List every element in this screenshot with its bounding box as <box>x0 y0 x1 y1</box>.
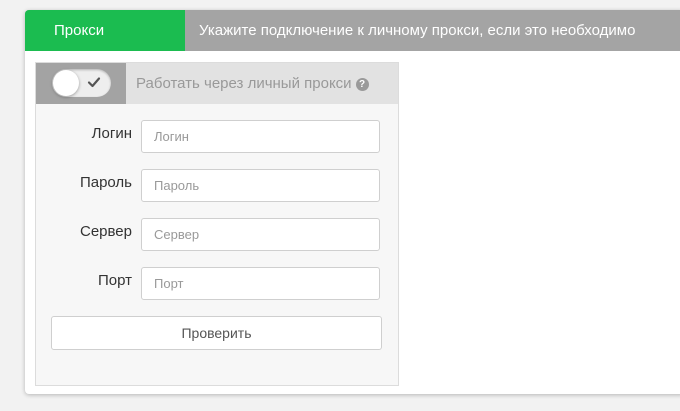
help-icon[interactable]: ? <box>355 78 369 91</box>
login-input[interactable] <box>141 120 380 153</box>
tab-proxy[interactable]: Прокси <box>25 10 185 51</box>
section-header: Прокси Укажите подключение к личному про… <box>25 10 680 51</box>
check-icon <box>87 77 101 88</box>
check-button[interactable]: Проверить <box>51 316 382 350</box>
server-input[interactable] <box>141 218 380 251</box>
port-label: Порт <box>97 272 132 289</box>
proxy-toggle-switch[interactable] <box>52 69 111 97</box>
login-label: Логин <box>91 125 132 142</box>
toggle-knob[interactable] <box>53 70 79 96</box>
proxy-toggle-label: Работать через личный прокси? <box>136 63 369 104</box>
port-input[interactable] <box>141 267 380 300</box>
password-label: Пароль <box>79 174 132 191</box>
proxy-toggle-bar: Работать через личный прокси? <box>36 63 398 104</box>
toggle-area <box>36 63 126 104</box>
proxy-settings-card: Прокси Укажите подключение к личному про… <box>25 10 680 394</box>
toggle-label-text: Работать через личный прокси <box>136 75 352 92</box>
proxy-panel: Работать через личный прокси? Логин Паро… <box>35 62 399 386</box>
section-description: Укажите подключение к личному прокси, ес… <box>199 22 636 39</box>
server-label: Сервер <box>79 223 132 240</box>
password-input[interactable] <box>141 169 380 202</box>
